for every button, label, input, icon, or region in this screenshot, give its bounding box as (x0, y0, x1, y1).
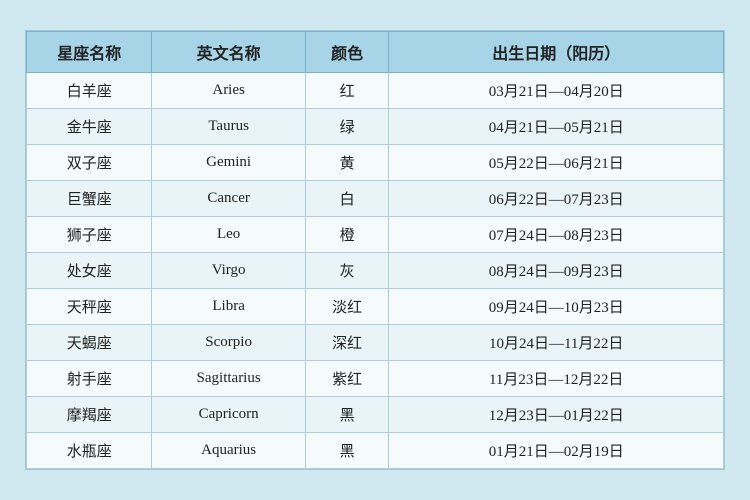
cell-zh-name: 水瓶座 (27, 433, 152, 469)
table-row: 摩羯座Capricorn黑12月23日—01月22日 (27, 397, 724, 433)
cell-zh-name: 天秤座 (27, 289, 152, 325)
table-header-row: 星座名称 英文名称 颜色 出生日期（阳历） (27, 32, 724, 73)
zodiac-table: 星座名称 英文名称 颜色 出生日期（阳历） 白羊座Aries红03月21日—04… (26, 31, 724, 469)
table-row: 射手座Sagittarius紫红11月23日—12月22日 (27, 361, 724, 397)
cell-color: 黑 (305, 433, 389, 469)
header-en-name: 英文名称 (152, 32, 305, 73)
header-date: 出生日期（阳历） (389, 32, 724, 73)
table-row: 天蝎座Scorpio深红10月24日—11月22日 (27, 325, 724, 361)
cell-en-name: Cancer (152, 181, 305, 217)
cell-color: 绿 (305, 109, 389, 145)
cell-en-name: Gemini (152, 145, 305, 181)
cell-en-name: Virgo (152, 253, 305, 289)
cell-date: 05月22日—06月21日 (389, 145, 724, 181)
cell-zh-name: 天蝎座 (27, 325, 152, 361)
header-color: 颜色 (305, 32, 389, 73)
cell-color: 白 (305, 181, 389, 217)
cell-color: 深红 (305, 325, 389, 361)
cell-zh-name: 摩羯座 (27, 397, 152, 433)
table-row: 天秤座Libra淡红09月24日—10月23日 (27, 289, 724, 325)
cell-en-name: Taurus (152, 109, 305, 145)
cell-color: 黑 (305, 397, 389, 433)
cell-en-name: Scorpio (152, 325, 305, 361)
cell-date: 12月23日—01月22日 (389, 397, 724, 433)
cell-en-name: Aquarius (152, 433, 305, 469)
table-row: 双子座Gemini黄05月22日—06月21日 (27, 145, 724, 181)
cell-zh-name: 处女座 (27, 253, 152, 289)
cell-date: 11月23日—12月22日 (389, 361, 724, 397)
cell-en-name: Capricorn (152, 397, 305, 433)
cell-color: 红 (305, 73, 389, 109)
table-row: 金牛座Taurus绿04月21日—05月21日 (27, 109, 724, 145)
cell-zh-name: 双子座 (27, 145, 152, 181)
cell-zh-name: 射手座 (27, 361, 152, 397)
cell-zh-name: 白羊座 (27, 73, 152, 109)
cell-color: 黄 (305, 145, 389, 181)
cell-zh-name: 金牛座 (27, 109, 152, 145)
zodiac-table-container: 星座名称 英文名称 颜色 出生日期（阳历） 白羊座Aries红03月21日—04… (25, 30, 725, 470)
cell-en-name: Libra (152, 289, 305, 325)
cell-zh-name: 巨蟹座 (27, 181, 152, 217)
cell-date: 01月21日—02月19日 (389, 433, 724, 469)
table-row: 白羊座Aries红03月21日—04月20日 (27, 73, 724, 109)
cell-color: 淡红 (305, 289, 389, 325)
header-zh-name: 星座名称 (27, 32, 152, 73)
cell-en-name: Leo (152, 217, 305, 253)
cell-date: 07月24日—08月23日 (389, 217, 724, 253)
cell-color: 紫红 (305, 361, 389, 397)
cell-date: 06月22日—07月23日 (389, 181, 724, 217)
cell-en-name: Sagittarius (152, 361, 305, 397)
cell-date: 09月24日—10月23日 (389, 289, 724, 325)
cell-date: 10月24日—11月22日 (389, 325, 724, 361)
cell-date: 08月24日—09月23日 (389, 253, 724, 289)
cell-date: 04月21日—05月21日 (389, 109, 724, 145)
table-row: 水瓶座Aquarius黑01月21日—02月19日 (27, 433, 724, 469)
table-row: 狮子座Leo橙07月24日—08月23日 (27, 217, 724, 253)
cell-date: 03月21日—04月20日 (389, 73, 724, 109)
table-row: 处女座Virgo灰08月24日—09月23日 (27, 253, 724, 289)
cell-zh-name: 狮子座 (27, 217, 152, 253)
cell-en-name: Aries (152, 73, 305, 109)
cell-color: 灰 (305, 253, 389, 289)
table-row: 巨蟹座Cancer白06月22日—07月23日 (27, 181, 724, 217)
cell-color: 橙 (305, 217, 389, 253)
